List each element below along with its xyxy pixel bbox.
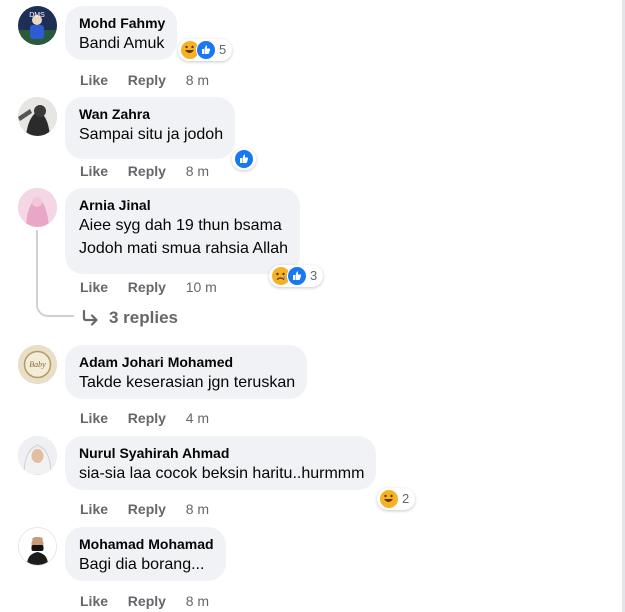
comment-author[interactable]: Arnia Jinal bbox=[79, 196, 288, 214]
like-button[interactable]: Like bbox=[80, 278, 108, 296]
reply-button[interactable]: Reply bbox=[128, 278, 166, 296]
comment-bubble: Mohamad Mohamad Bagi dia borang... bbox=[65, 527, 226, 581]
comment-author[interactable]: Mohd Fahmy bbox=[79, 14, 165, 32]
reaction-count: 3 bbox=[310, 268, 318, 283]
comment-actions: Like Reply 8 m bbox=[80, 162, 209, 180]
comment-timestamp[interactable]: 8 m bbox=[186, 500, 209, 518]
comment-timestamp[interactable]: 4 m bbox=[186, 409, 209, 427]
like-icon bbox=[196, 40, 216, 60]
comment-text: sia-sia laa cocok beksin haritu..hurmmm bbox=[79, 465, 365, 482]
reaction-count: 5 bbox=[219, 42, 227, 57]
svg-text:DMS: DMS bbox=[29, 12, 45, 19]
avatar[interactable]: Baby bbox=[18, 345, 57, 384]
reply-button[interactable]: Reply bbox=[128, 162, 166, 180]
comment-timestamp[interactable]: 8 m bbox=[186, 162, 209, 180]
avatar[interactable] bbox=[18, 97, 57, 136]
reply-button[interactable]: Reply bbox=[128, 500, 166, 518]
avatar[interactable] bbox=[18, 527, 57, 566]
comment-author[interactable]: Mohamad Mohamad bbox=[79, 535, 214, 553]
comment-bubble: Nurul Syahirah Ahmad sia-sia laa cocok b… bbox=[65, 436, 377, 490]
comment-author[interactable]: Adam Johari Mohamed bbox=[79, 353, 295, 371]
reaction-summary[interactable]: 3 bbox=[269, 265, 324, 287]
comment-actions: Like Reply 8 m bbox=[80, 592, 209, 610]
like-button[interactable]: Like bbox=[80, 592, 108, 610]
comment-actions: Like Reply 4 m bbox=[80, 409, 209, 427]
comment-timestamp[interactable]: 8 m bbox=[186, 71, 209, 89]
comment-text: Sampai situ ja jodoh bbox=[79, 126, 224, 143]
reply-button[interactable]: Reply bbox=[128, 71, 166, 89]
reaction-summary[interactable]: 2 bbox=[377, 488, 416, 510]
comment-author[interactable]: Nurul Syahirah Ahmad bbox=[79, 444, 364, 462]
reply-button[interactable]: Reply bbox=[128, 592, 166, 610]
replies-count-label[interactable]: 3 replies bbox=[109, 308, 178, 328]
view-replies-link[interactable]: 3 replies bbox=[81, 306, 178, 330]
comment-bubble: Adam Johari Mohamed Takde keserasian jgn… bbox=[65, 345, 308, 399]
comment-timestamp[interactable]: 10 m bbox=[186, 278, 217, 296]
like-button[interactable]: Like bbox=[80, 71, 108, 89]
laugh-icon bbox=[379, 489, 399, 509]
comment-bubble: Wan Zahra Sampai situ ja jodoh bbox=[65, 97, 236, 159]
like-icon bbox=[287, 266, 307, 286]
reaction-summary[interactable] bbox=[232, 148, 256, 170]
avatar-badge-text: Baby bbox=[29, 360, 46, 369]
like-button[interactable]: Like bbox=[80, 162, 108, 180]
comment-actions: Like Reply 10 m bbox=[80, 278, 217, 296]
avatar[interactable] bbox=[18, 436, 57, 475]
comment-text: Jodoh mati smua rahsia Allah bbox=[79, 240, 288, 257]
comment-author[interactable]: Wan Zahra bbox=[79, 105, 223, 123]
comment-text: Bagi dia borang... bbox=[79, 556, 205, 573]
comment-text: Takde keserasian jgn teruskan bbox=[79, 374, 296, 391]
reaction-count: 2 bbox=[402, 491, 410, 506]
like-icon bbox=[234, 149, 254, 169]
comment-actions: Like Reply 8 m bbox=[80, 71, 209, 89]
like-button[interactable]: Like bbox=[80, 500, 108, 518]
comment-text: Aiee syg dah 19 thun bsama bbox=[79, 217, 282, 234]
comment-timestamp[interactable]: 8 m bbox=[186, 592, 209, 610]
avatar[interactable]: DMS bbox=[18, 6, 57, 45]
like-button[interactable]: Like bbox=[80, 409, 108, 427]
comment-bubble: Arnia Jinal Aiee syg dah 19 thun bsama J… bbox=[65, 188, 300, 274]
avatar[interactable] bbox=[18, 188, 57, 227]
reply-arrow-icon bbox=[82, 309, 98, 326]
reply-button[interactable]: Reply bbox=[128, 409, 166, 427]
comment-text: Bandi Amuk bbox=[79, 35, 165, 52]
comment-actions: Like Reply 8 m bbox=[80, 500, 209, 518]
reaction-summary[interactable]: 5 bbox=[178, 39, 233, 61]
comment-bubble: Mohd Fahmy Bandi Amuk bbox=[65, 6, 178, 60]
